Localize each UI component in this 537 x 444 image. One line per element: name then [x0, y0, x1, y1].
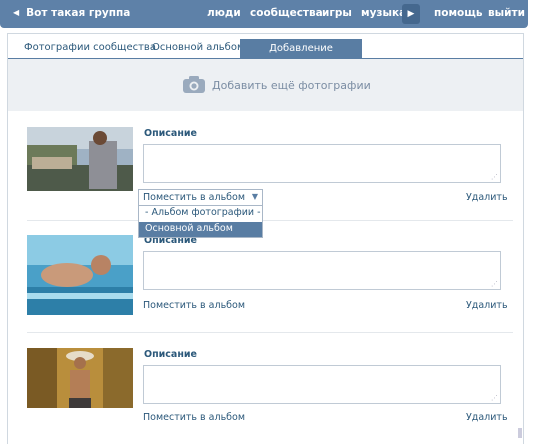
- nav-logout[interactable]: выйти: [488, 7, 525, 19]
- nav-help[interactable]: помощь: [434, 7, 483, 19]
- camera-icon: [183, 76, 205, 93]
- delete-photo-link[interactable]: Удалить: [466, 300, 508, 311]
- chevron-down-icon: ▼: [251, 192, 258, 201]
- resize-grip-icon: ⋰: [491, 173, 498, 181]
- album-select[interactable]: Поместить в альбом ▼: [138, 189, 263, 206]
- album-select-value: Поместить в альбом: [143, 192, 245, 203]
- album-dropdown-list: - Альбом фотографии - Основной альбом: [138, 205, 263, 238]
- nav-communities[interactable]: сообщества: [250, 7, 323, 19]
- move-to-album-link[interactable]: Поместить в альбом: [143, 412, 245, 423]
- album-option[interactable]: - Альбом фотографии -: [139, 206, 262, 221]
- photo-thumbnail: [27, 235, 133, 315]
- scrollbar-thumb[interactable]: [518, 428, 522, 438]
- tab-add-photos[interactable]: Добавление фотографий: [240, 39, 362, 73]
- resize-grip-icon: ⋰: [491, 280, 498, 288]
- back-link-label: Вот такая группа: [26, 7, 131, 19]
- description-input[interactable]: ⋰: [143, 251, 501, 290]
- tab-community-photos[interactable]: Фотографии сообщества: [24, 42, 156, 53]
- description-label: Описание: [144, 349, 198, 360]
- description-input[interactable]: ⋰: [143, 144, 501, 183]
- delete-photo-link[interactable]: Удалить: [466, 412, 508, 423]
- photo-thumbnail: [27, 348, 133, 408]
- album-option-label: - Альбом фотографии -: [145, 207, 261, 218]
- top-navigation-bar: ◀ Вот такая группа люди сообщества игры м…: [0, 0, 528, 28]
- row-separator: [27, 332, 513, 333]
- play-icon: ▶: [407, 9, 415, 19]
- album-option-highlighted[interactable]: Основной альбом: [139, 222, 262, 237]
- delete-photo-link[interactable]: Удалить: [466, 192, 508, 203]
- music-play-button[interactable]: ▶: [402, 4, 420, 24]
- tab-main-album[interactable]: Основной альбом: [152, 42, 245, 53]
- description-input[interactable]: ⋰: [143, 365, 501, 404]
- back-to-group-link[interactable]: ◀ Вот такая группа: [13, 7, 130, 19]
- content-panel: Фотографии сообщества Основной альбом До…: [7, 33, 524, 444]
- tab-bar: Фотографии сообщества Основной альбом До…: [8, 34, 523, 73]
- add-more-photos-button[interactable]: Добавить ещё фотографии: [8, 59, 523, 111]
- nav-people[interactable]: люди: [207, 7, 241, 19]
- row-separator: [27, 220, 513, 221]
- add-more-photos-label: Добавить ещё фотографии: [212, 79, 371, 92]
- back-arrow-icon: ◀: [13, 8, 20, 17]
- description-label: Описание: [144, 128, 198, 139]
- album-option-label: Основной альбом: [145, 223, 233, 234]
- nav-games[interactable]: игры: [322, 7, 352, 19]
- resize-grip-icon: ⋰: [491, 394, 498, 402]
- move-to-album-link[interactable]: Поместить в альбом: [143, 300, 245, 311]
- photo-thumbnail: [27, 127, 133, 191]
- nav-music[interactable]: музыка: [361, 7, 406, 19]
